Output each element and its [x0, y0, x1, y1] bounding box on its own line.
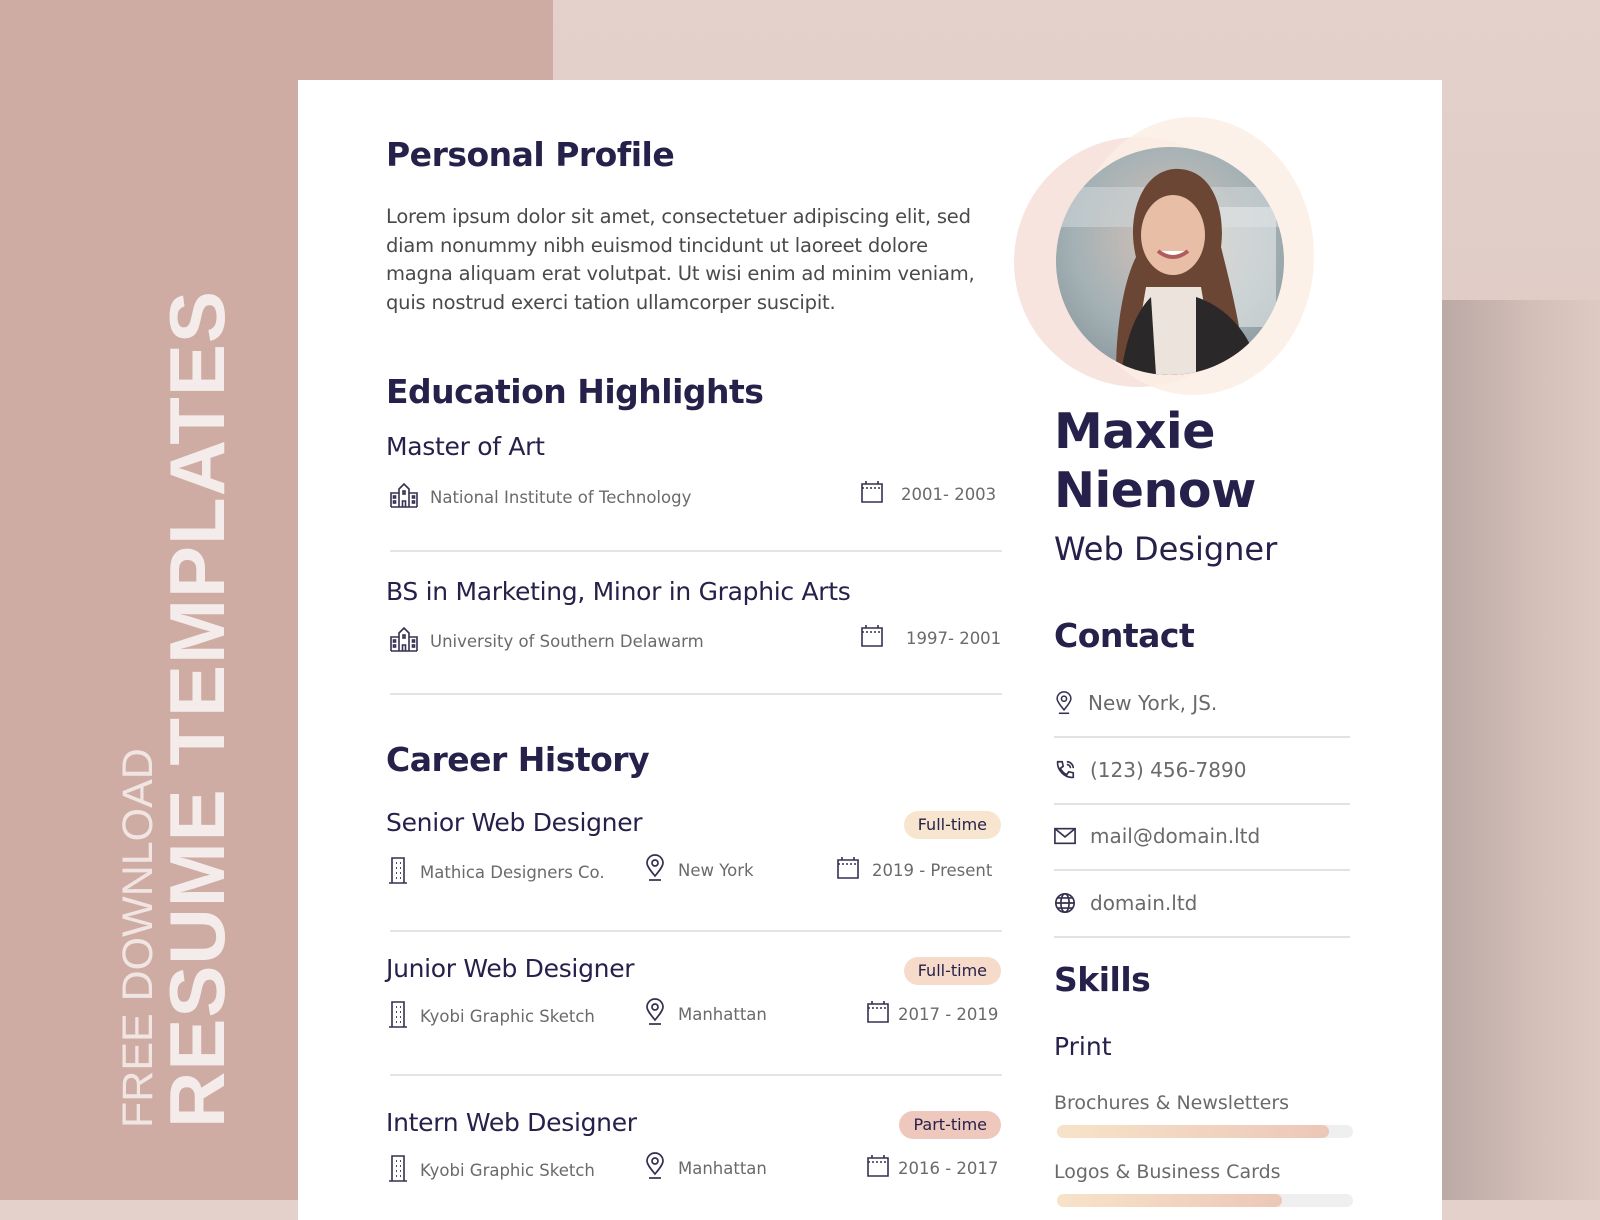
- calendar-icon: [866, 1154, 890, 1182]
- education-years: 1997- 2001: [906, 628, 1002, 648]
- school-name: National Institute of Technology: [430, 487, 692, 507]
- person-name: Maxie Nienow: [1054, 402, 1256, 520]
- contact-address: New York, JS.: [1054, 670, 1350, 738]
- divider: [390, 930, 1002, 932]
- promo-line-2: RESUME TEMPLATES: [153, 290, 241, 1128]
- school-meta: University of Southern Delawarm: [390, 626, 704, 656]
- skill-bar: [1057, 1125, 1353, 1138]
- map-pin-icon: [644, 998, 666, 1030]
- background-right-shade: [1442, 300, 1600, 1200]
- resume-page: Personal Profile Lorem ipsum dolor sit a…: [298, 80, 1442, 1220]
- contact-value: mail@domain.ltd: [1090, 824, 1261, 848]
- university-building-icon: [390, 482, 418, 512]
- skill-group-title: Print: [1054, 1032, 1112, 1061]
- calendar-icon: [866, 1000, 890, 1028]
- employment-type-badge: Full-time: [903, 957, 1001, 985]
- calendar-icon: [860, 624, 884, 652]
- skill-bar-fill: [1057, 1194, 1282, 1207]
- skill-bar-fill: [1057, 1125, 1330, 1138]
- school-meta: National Institute of Technology: [390, 482, 691, 512]
- office-building-icon: [388, 856, 410, 888]
- contact-email[interactable]: mail@domain.ltd: [1054, 803, 1350, 871]
- degree-title: Master of Art: [386, 432, 545, 461]
- career-years: 2017 - 2019: [898, 1004, 999, 1024]
- company-name: Kyobi Graphic Sketch: [420, 1006, 595, 1026]
- skills-heading: Skills: [1054, 960, 1151, 999]
- office-building-icon: [388, 1154, 410, 1186]
- map-pin-icon: [644, 854, 666, 886]
- education-heading: Education Highlights: [386, 372, 764, 411]
- education-years: 2001- 2003: [901, 484, 997, 504]
- career-item: Senior Web Designer Full-time Mathica De…: [386, 808, 1002, 932]
- office-building-icon: [388, 1000, 410, 1032]
- location-name: Manhattan: [678, 1004, 767, 1024]
- years-meta: 2019 - Present: [836, 856, 992, 884]
- job-title: Web Designer: [1054, 530, 1278, 568]
- degree-title: BS in Marketing, Minor in Graphic Arts: [386, 577, 851, 606]
- mail-icon: [1054, 827, 1076, 845]
- career-item: Junior Web Designer Full-time Kyobi Grap…: [386, 954, 1002, 1076]
- map-pin-icon: [644, 1152, 666, 1184]
- promo-vertical-text: FREE DOWNLOAD RESUME TEMPLATES: [114, 290, 241, 1128]
- first-name: Maxie: [1054, 403, 1215, 460]
- years-meta: 2017 - 2019: [866, 1000, 998, 1028]
- profile-photo: [1056, 147, 1284, 375]
- profile-text: Lorem ipsum dolor sit amet, consectetuer…: [386, 205, 975, 315]
- globe-icon: [1055, 893, 1075, 913]
- career-years: 2019 - Present: [872, 860, 993, 880]
- divider: [390, 1074, 1002, 1076]
- career-years: 2016 - 2017: [898, 1158, 999, 1178]
- skill-label: Brochures & Newsletters: [1054, 1092, 1290, 1114]
- promo-line-1: FREE DOWNLOAD: [114, 748, 162, 1128]
- location-meta: Manhattan: [644, 998, 767, 1030]
- location-meta: New York: [644, 854, 754, 886]
- last-name: Nienow: [1054, 462, 1256, 519]
- education-item: BS in Marketing, Minor in Graphic Arts U…: [386, 577, 1002, 695]
- education-item: Master of Art National Institute of Tech…: [386, 432, 1002, 552]
- contact-heading: Contact: [1054, 616, 1195, 655]
- company-meta: Kyobi Graphic Sketch: [388, 1154, 595, 1186]
- company-meta: Kyobi Graphic Sketch: [388, 1000, 595, 1032]
- divider: [390, 550, 1002, 552]
- profile-photo-group: [1014, 117, 1334, 407]
- contact-website[interactable]: domain.ltd: [1054, 870, 1350, 938]
- profile-heading: Personal Profile: [386, 135, 675, 174]
- company-meta: Mathica Designers Co.: [388, 856, 605, 888]
- school-name: University of Southern Delawarm: [430, 631, 704, 651]
- contact-phone[interactable]: (123) 456-7890: [1054, 737, 1350, 805]
- employment-type-badge: Full-time: [903, 811, 1001, 839]
- employment-type-badge: Part-time: [899, 1111, 1001, 1139]
- contact-value: New York, JS.: [1088, 691, 1218, 715]
- calendar-icon: [836, 856, 860, 884]
- company-name: Mathica Designers Co.: [420, 862, 605, 882]
- calendar-icon: [860, 480, 884, 508]
- skill-bar: [1057, 1194, 1353, 1207]
- location-name: Manhattan: [678, 1158, 767, 1178]
- university-building-icon: [390, 626, 418, 656]
- contact-value: domain.ltd: [1090, 891, 1198, 915]
- career-heading: Career History: [386, 740, 650, 779]
- location-name: New York: [678, 860, 754, 880]
- contact-value: (123) 456-7890: [1090, 758, 1247, 782]
- location-meta: Manhattan: [644, 1152, 767, 1184]
- career-item: Intern Web Designer Part-time Kyobi Grap…: [386, 1108, 1001, 1182]
- map-pin-icon: [1056, 691, 1072, 715]
- company-name: Kyobi Graphic Sketch: [420, 1160, 595, 1180]
- skill-label: Logos & Business Cards: [1054, 1161, 1281, 1183]
- phone-icon: [1056, 760, 1075, 779]
- years-meta: 1997- 2001: [860, 624, 1001, 652]
- years-meta: 2016 - 2017: [866, 1154, 998, 1182]
- divider: [390, 693, 1002, 695]
- years-meta: 2001- 2003: [860, 480, 996, 508]
